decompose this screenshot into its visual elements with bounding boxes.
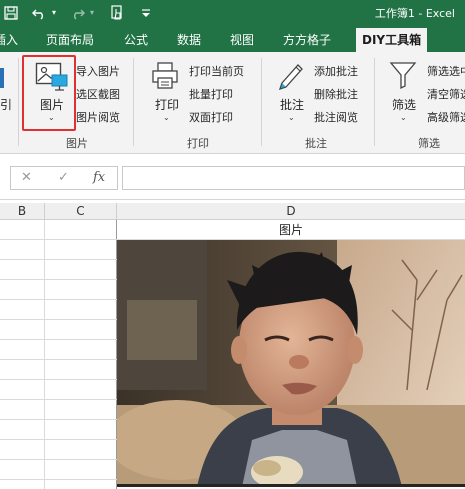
tab-page-layout[interactable]: 页面布局: [46, 31, 94, 48]
print-group-label: 打印: [187, 137, 209, 150]
tab-formulas[interactable]: 公式: [124, 31, 148, 48]
import-picture-item[interactable]: 导入图片: [76, 63, 120, 79]
group-divider: [261, 58, 262, 146]
add-comment-item[interactable]: 添加批注: [314, 63, 358, 79]
print-current-page-item[interactable]: 打印当前页: [189, 63, 244, 79]
cell-d1[interactable]: 图片: [117, 220, 465, 240]
grid-line: [0, 299, 117, 300]
tab-insert[interactable]: 插入: [0, 31, 18, 48]
chevron-down-icon[interactable]: ⌄: [163, 113, 170, 122]
partial-button-label: 引: [0, 98, 13, 112]
undo-dropdown-icon[interactable]: ▾: [50, 4, 58, 21]
formula-input[interactable]: [122, 166, 465, 190]
column-header-d[interactable]: D: [117, 203, 465, 220]
enter-icon[interactable]: ✓: [58, 170, 69, 185]
grid-line: [0, 419, 117, 420]
grid-line: [0, 459, 117, 460]
column-header-c[interactable]: C: [45, 203, 117, 220]
batch-print-item[interactable]: 批量打印: [189, 86, 233, 102]
grid-line: [0, 319, 117, 320]
picture-browse-item[interactable]: 图片阅览: [76, 109, 120, 125]
selection-screenshot-item[interactable]: 选区截图: [76, 86, 120, 102]
filter-selected-item[interactable]: 筛选选中: [427, 63, 465, 79]
touch-mode-icon[interactable]: [108, 4, 128, 21]
delete-comment-item[interactable]: 删除批注: [314, 86, 358, 102]
filter-button-label[interactable]: 筛选: [392, 96, 416, 113]
tab-diy-toolbox[interactable]: DIY工具箱: [356, 28, 428, 52]
window-title: 工作簿1 - Excel: [374, 7, 455, 20]
group-divider: [133, 58, 134, 146]
grid-line: [0, 359, 117, 360]
embedded-photo[interactable]: [117, 240, 465, 487]
ribbon-tabs: 插入 页面布局 公式 数据 视图 方方格子 DIY工具箱: [0, 25, 465, 52]
chevron-down-icon[interactable]: ⌄: [400, 113, 407, 122]
partial-button-icon[interactable]: [0, 66, 8, 93]
comment-group-label: 批注: [305, 137, 327, 150]
grid-line: [44, 220, 45, 489]
grid-line: [0, 479, 117, 480]
redo-icon[interactable]: [68, 4, 86, 21]
column-header-b[interactable]: B: [0, 203, 45, 220]
group-divider: [374, 58, 375, 146]
tab-view[interactable]: 视图: [230, 31, 254, 48]
comment-browse-item[interactable]: 批注阅览: [314, 109, 358, 125]
filter-group-label: 筛选: [418, 137, 440, 150]
printer-icon[interactable]: [150, 61, 180, 94]
comment-pen-icon[interactable]: [276, 59, 306, 94]
grid-line: [0, 339, 117, 340]
tab-fangfang[interactable]: 方方格子: [283, 31, 331, 48]
advanced-filter-item[interactable]: 高级筛选: [427, 109, 465, 125]
grid-line: [0, 239, 117, 240]
duplex-print-item[interactable]: 双面打印: [189, 109, 233, 125]
formula-bar: ✕ ✓ fx: [0, 154, 465, 200]
insert-function-icon[interactable]: fx: [93, 170, 105, 185]
clear-filter-item[interactable]: 清空筛选: [427, 86, 465, 102]
filter-funnel-icon[interactable]: [389, 60, 417, 93]
grid-line: [0, 259, 117, 260]
comment-button-label[interactable]: 批注: [280, 96, 304, 113]
grid-line: [0, 279, 117, 280]
chevron-down-icon[interactable]: ⌄: [288, 113, 295, 122]
picture-group-label: 图片: [66, 137, 88, 150]
print-button-label[interactable]: 打印: [155, 96, 179, 113]
grid-line: [0, 379, 117, 380]
save-icon[interactable]: [2, 4, 20, 21]
grid-line: [0, 399, 117, 400]
undo-icon[interactable]: [30, 4, 48, 21]
customize-icon[interactable]: [140, 4, 152, 21]
group-divider: [18, 58, 19, 146]
grid-line: [0, 439, 117, 440]
tab-data[interactable]: 数据: [177, 31, 201, 48]
title-bar: ▾ ▾ 工作簿1 - Excel: [0, 0, 465, 25]
cancel-icon[interactable]: ✕: [21, 170, 32, 185]
redo-dropdown-icon[interactable]: ▾: [88, 4, 96, 21]
picture-button-highlight: [22, 55, 76, 131]
